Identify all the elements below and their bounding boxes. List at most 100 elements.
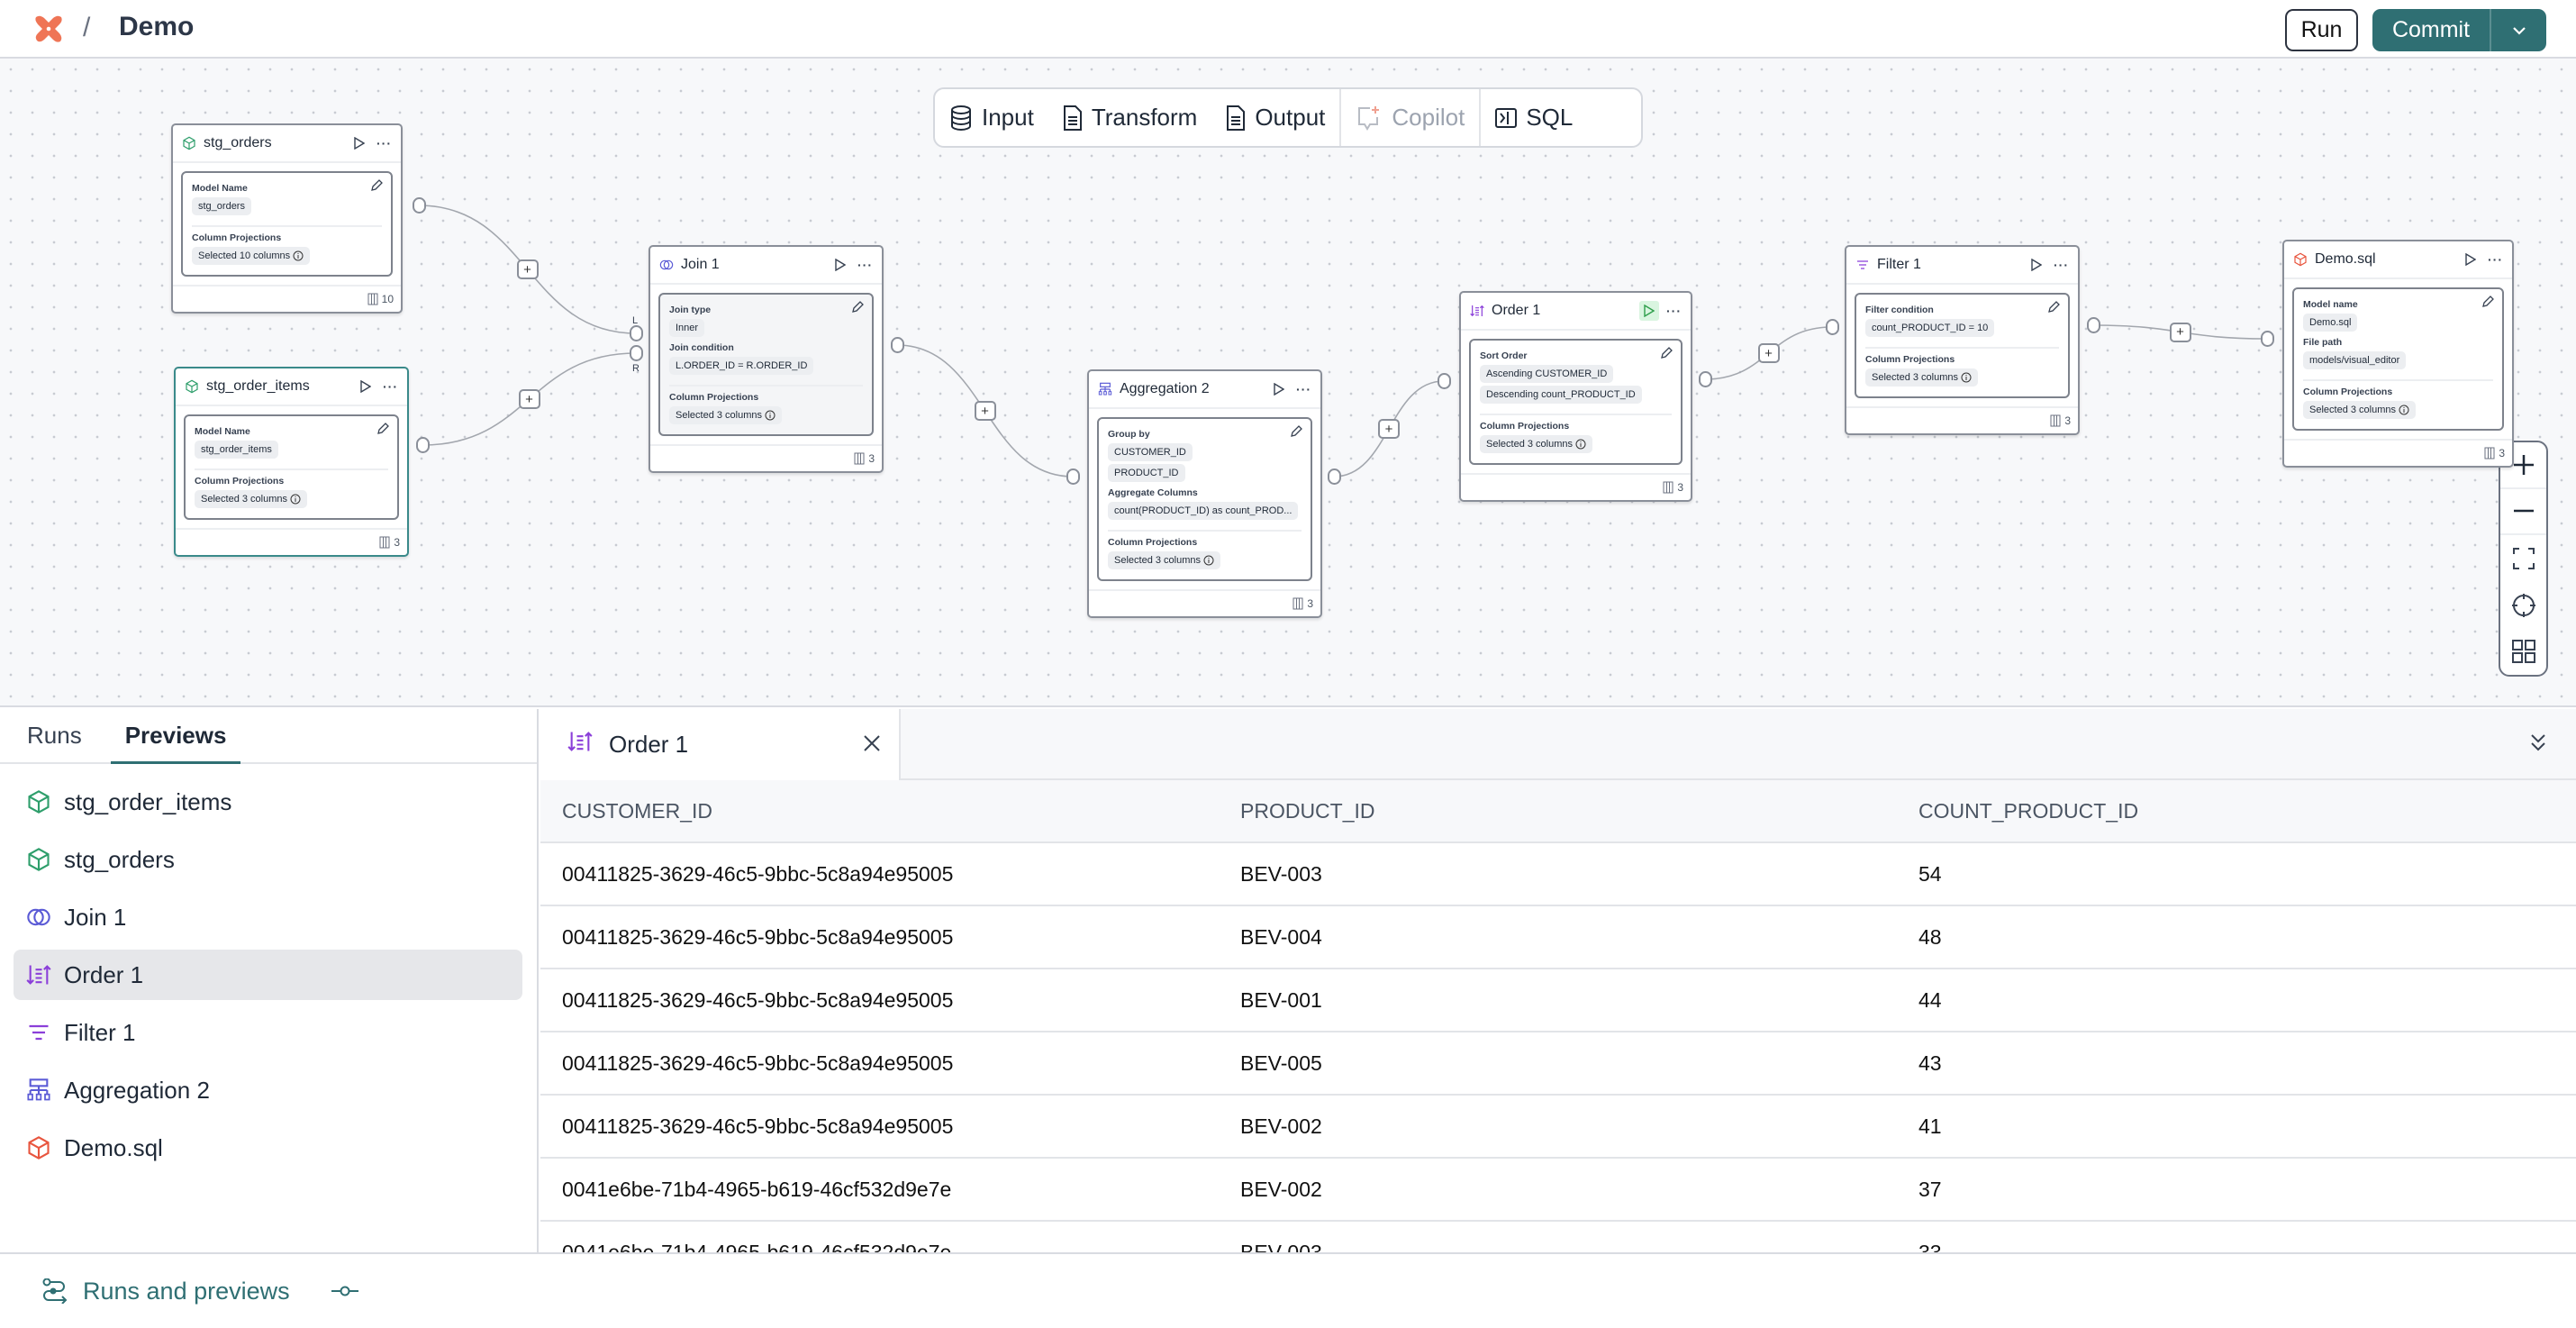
more-options-icon[interactable]: ··· xyxy=(376,136,392,150)
node-header[interactable]: Demo.sql ··· xyxy=(2284,241,2512,279)
input-handle[interactable] xyxy=(1826,319,1839,335)
preview-list-item[interactable]: Aggregation 2 xyxy=(14,1065,522,1115)
more-options-icon[interactable]: ··· xyxy=(383,379,398,394)
preview-list-item[interactable]: Filter 1 xyxy=(14,1007,522,1058)
node-config-card[interactable]: Model Name stg_order_items Column Project… xyxy=(184,414,399,520)
commit-dot-icon[interactable] xyxy=(331,1285,358,1297)
table-row[interactable]: 0041e6be-71b4-4965-b619-46cf532d9e7e BEV-… xyxy=(540,1159,2576,1222)
auto-layout-button[interactable] xyxy=(2500,628,2546,675)
output-handle[interactable] xyxy=(1328,468,1341,485)
add-node-button[interactable]: + xyxy=(2169,322,2191,342)
column-projections-chip[interactable]: Selected 3 columns xyxy=(195,490,307,508)
run-node-button[interactable] xyxy=(830,255,850,275)
run-node-button[interactable] xyxy=(2461,250,2481,269)
node-header[interactable]: stg_order_items ··· xyxy=(176,368,407,406)
output-handle[interactable] xyxy=(413,197,426,214)
input-handle[interactable] xyxy=(630,345,643,361)
more-options-icon[interactable]: ··· xyxy=(857,258,873,272)
pencil-icon[interactable] xyxy=(376,423,389,435)
copilot-button[interactable]: Copilot xyxy=(1341,89,1479,146)
close-icon[interactable] xyxy=(861,732,883,754)
node-header[interactable]: Order 1 ··· xyxy=(1461,293,1691,331)
column-header[interactable]: COUNT_PRODUCT_ID xyxy=(1898,799,2576,823)
run-node-button[interactable] xyxy=(2027,255,2046,275)
more-options-icon[interactable]: ··· xyxy=(1666,304,1682,318)
output-handle[interactable] xyxy=(416,437,430,453)
run-node-button[interactable] xyxy=(349,133,369,153)
output-handle[interactable] xyxy=(1699,371,1712,387)
runs-and-previews-button[interactable]: Runs and previews xyxy=(83,1278,290,1305)
node-order-1[interactable]: Order 1 ··· Sort Order Ascending CUSTOMER… xyxy=(1459,291,1692,502)
tab-runs[interactable]: Runs xyxy=(27,709,82,762)
commit-dropdown-button[interactable] xyxy=(2491,9,2546,51)
node-join-1[interactable]: Join 1 ··· Join type Inner Join condition L… xyxy=(649,245,884,473)
column-projections-chip[interactable]: Selected 3 columns xyxy=(1108,551,1220,569)
table-row[interactable]: 00411825-3629-46c5-9bbc-5c8a94e95005 BEV-… xyxy=(540,969,2576,1032)
table-row[interactable]: 00411825-3629-46c5-9bbc-5c8a94e95005 BEV-… xyxy=(540,1096,2576,1159)
flow-canvas[interactable]: Input Transform Output Copilot SQL stg_o… xyxy=(0,59,2576,707)
run-button[interactable]: Run xyxy=(2285,9,2358,51)
tab-previews[interactable]: Previews xyxy=(110,709,241,764)
column-projections-chip[interactable]: Selected 3 columns xyxy=(669,406,782,424)
preview-tab-order-1[interactable]: Order 1 xyxy=(540,709,901,780)
output-handle[interactable] xyxy=(2087,317,2100,333)
sql-button[interactable]: SQL xyxy=(1481,89,1587,146)
node-stg-order-items[interactable]: stg_order_items ··· Model Name stg_order_… xyxy=(174,367,409,557)
preview-list-item[interactable]: stg_order_items xyxy=(14,777,522,827)
column-projections-chip[interactable]: Selected 3 columns xyxy=(2303,401,2416,419)
add-node-button[interactable]: + xyxy=(1757,343,1780,363)
output-handle[interactable] xyxy=(891,337,904,353)
node-config-card[interactable]: Filter condition count_PRODUCT_ID = 10 Co… xyxy=(1855,293,2070,398)
run-node-button[interactable] xyxy=(356,377,376,396)
run-node-button[interactable] xyxy=(1639,301,1659,321)
node-config-card[interactable]: Model name Demo.sql File path models/visual… xyxy=(2292,287,2504,431)
table-row[interactable]: 00411825-3629-46c5-9bbc-5c8a94e95005 BEV-… xyxy=(540,843,2576,906)
commit-button[interactable]: Commit xyxy=(2372,9,2491,51)
node-config-card[interactable]: Join type Inner Join condition L.ORDER_ID =… xyxy=(658,293,874,436)
column-header[interactable]: PRODUCT_ID xyxy=(1220,799,1898,823)
preview-list-item[interactable]: stg_orders xyxy=(14,834,522,885)
center-view-button[interactable] xyxy=(2500,582,2546,629)
pencil-icon[interactable] xyxy=(1660,347,1673,359)
column-header[interactable]: CUSTOMER_ID xyxy=(540,799,1220,823)
node-header[interactable]: Aggregation 2 ··· xyxy=(1089,371,1320,409)
node-header[interactable]: Join 1 ··· xyxy=(650,247,882,285)
dbt-logo-icon[interactable] xyxy=(32,13,65,45)
input-handle[interactable] xyxy=(1066,468,1080,485)
table-row[interactable]: 0041e6be-71b4-4965-b619-46cf532d9e7e BEV-… xyxy=(540,1222,2576,1253)
more-options-icon[interactable]: ··· xyxy=(2054,258,2069,272)
transform-button[interactable]: Transform xyxy=(1048,89,1212,146)
input-button[interactable]: Input xyxy=(935,89,1048,146)
input-handle[interactable] xyxy=(2261,331,2274,347)
preview-list-item[interactable]: Join 1 xyxy=(14,892,522,942)
zoom-out-button[interactable] xyxy=(2500,489,2546,536)
input-handle[interactable] xyxy=(630,325,643,341)
node-header[interactable]: stg_orders ··· xyxy=(173,125,401,163)
run-node-button[interactable] xyxy=(1269,379,1289,399)
node-config-card[interactable]: Model Name stg_orders Column Projections … xyxy=(181,171,393,277)
column-projections-chip[interactable]: Selected 3 columns xyxy=(1865,368,1978,387)
preview-list-item[interactable]: Order 1 xyxy=(14,950,522,1000)
add-node-button[interactable]: + xyxy=(974,401,996,421)
add-node-button[interactable]: + xyxy=(516,259,539,279)
table-row[interactable]: 00411825-3629-46c5-9bbc-5c8a94e95005 BEV-… xyxy=(540,1032,2576,1096)
node-stg-orders[interactable]: stg_orders ··· Model Name stg_orders Colu… xyxy=(171,123,403,314)
node-config-card[interactable]: Group by CUSTOMER_ID PRODUCT_ID Aggregate C… xyxy=(1097,417,1312,581)
input-handle[interactable] xyxy=(1438,373,1451,389)
column-projections-chip[interactable]: Selected 10 columns xyxy=(192,247,311,265)
node-filter-1[interactable]: Filter 1 ··· Filter condition count_PRODU… xyxy=(1845,245,2080,435)
pencil-icon[interactable] xyxy=(1290,425,1302,438)
pencil-icon[interactable] xyxy=(2481,296,2494,308)
pencil-icon[interactable] xyxy=(2047,301,2060,314)
output-button[interactable]: Output xyxy=(1211,89,1339,146)
fit-view-button[interactable] xyxy=(2500,535,2546,582)
add-node-button[interactable]: + xyxy=(1378,419,1400,439)
preview-list-item[interactable]: Demo.sql xyxy=(14,1123,522,1173)
table-row[interactable]: 00411825-3629-46c5-9bbc-5c8a94e95005 BEV-… xyxy=(540,906,2576,969)
more-options-icon[interactable]: ··· xyxy=(2488,252,2503,267)
chevrons-down-icon[interactable] xyxy=(2527,731,2549,756)
node-header[interactable]: Filter 1 ··· xyxy=(1846,247,2078,285)
node-config-card[interactable]: Sort Order Ascending CUSTOMER_ID Descendin… xyxy=(1469,339,1683,465)
pencil-icon[interactable] xyxy=(370,179,383,192)
pencil-icon[interactable] xyxy=(851,301,864,314)
